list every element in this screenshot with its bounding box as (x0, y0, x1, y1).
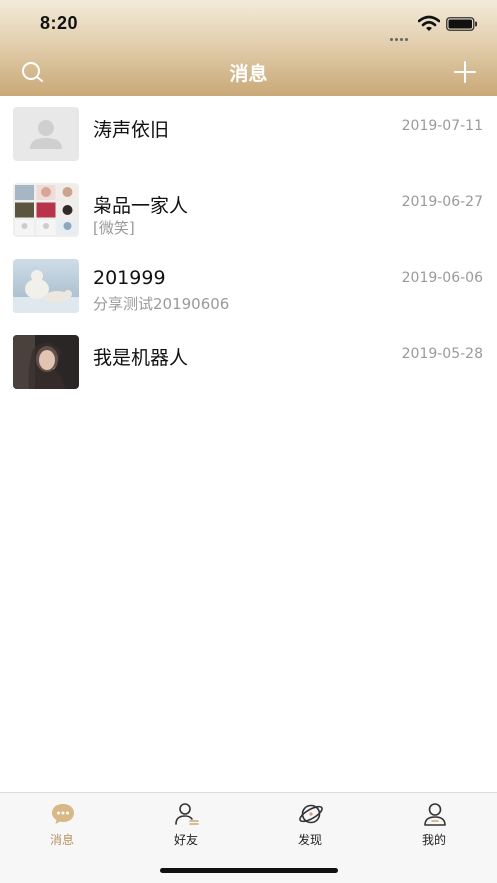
tab-label: 发现 (297, 833, 322, 847)
battery-icon (446, 17, 477, 31)
conversation-date: 2019-06-06 (401, 270, 483, 286)
profile-icon (424, 803, 446, 826)
status-bar: 8:20 (0, 0, 497, 48)
page-title: 消息 (229, 63, 268, 85)
conversation-preview: [微笑] (93, 219, 135, 237)
planet-icon (299, 804, 323, 824)
conversation-preview: 分享测试20190606 (93, 295, 230, 313)
tab-label: 好友 (173, 833, 198, 847)
polar-bear-image (13, 259, 79, 313)
header: 8:20 消息 (0, 0, 497, 96)
cellular-signal-icon (390, 26, 412, 41)
conversation-item[interactable]: 涛声依旧 2019-07-11 (0, 96, 497, 172)
portrait-photo-avatar (13, 335, 79, 389)
conversation-item[interactable]: 201999 分享测试20190606 2019-06-06 (0, 248, 497, 324)
portrait-image (13, 335, 79, 389)
chat-bubble-icon (52, 804, 74, 824)
conversation-name: 201999 (93, 267, 166, 289)
status-time: 8:20 (40, 13, 79, 33)
tab-discover[interactable]: 发现 (248, 793, 372, 853)
tab-profile[interactable]: 我的 (372, 793, 496, 853)
app-screen: 8:20 消息 涛声依旧 2019-07-11 枭品一家人 [微笑] 2019-… (0, 0, 497, 883)
tab-label: 消息 (49, 833, 74, 847)
nav-bar: 消息 (0, 48, 497, 96)
conversation-date: 2019-07-11 (401, 118, 483, 134)
polar-bear-photo-avatar (13, 259, 79, 313)
conversation-name: 枭品一家人 (93, 195, 189, 217)
group-grid-image (15, 185, 77, 235)
plus-icon[interactable] (453, 60, 477, 84)
default-person-avatar (13, 107, 79, 161)
person-placeholder-icon (30, 120, 62, 149)
conversation-item[interactable]: 我是机器人 2019-05-28 (0, 324, 497, 400)
conversation-item[interactable]: 枭品一家人 [微笑] 2019-06-27 (0, 172, 497, 248)
conversation-list: 涛声依旧 2019-07-11 枭品一家人 [微笑] 2019-06-27 20… (0, 96, 497, 400)
friends-icon (175, 803, 199, 825)
tab-messages[interactable]: 消息 (0, 793, 124, 853)
tab-label: 我的 (421, 833, 446, 847)
home-indicator (160, 868, 338, 873)
conversation-name: 涛声依旧 (93, 119, 170, 141)
conversation-name: 我是机器人 (93, 347, 189, 369)
wifi-icon (418, 15, 440, 31)
search-icon[interactable] (20, 60, 44, 84)
conversation-date: 2019-06-27 (401, 194, 483, 210)
group-grid-avatar (13, 183, 79, 237)
tab-friends[interactable]: 好友 (124, 793, 248, 853)
conversation-date: 2019-05-28 (401, 346, 483, 362)
